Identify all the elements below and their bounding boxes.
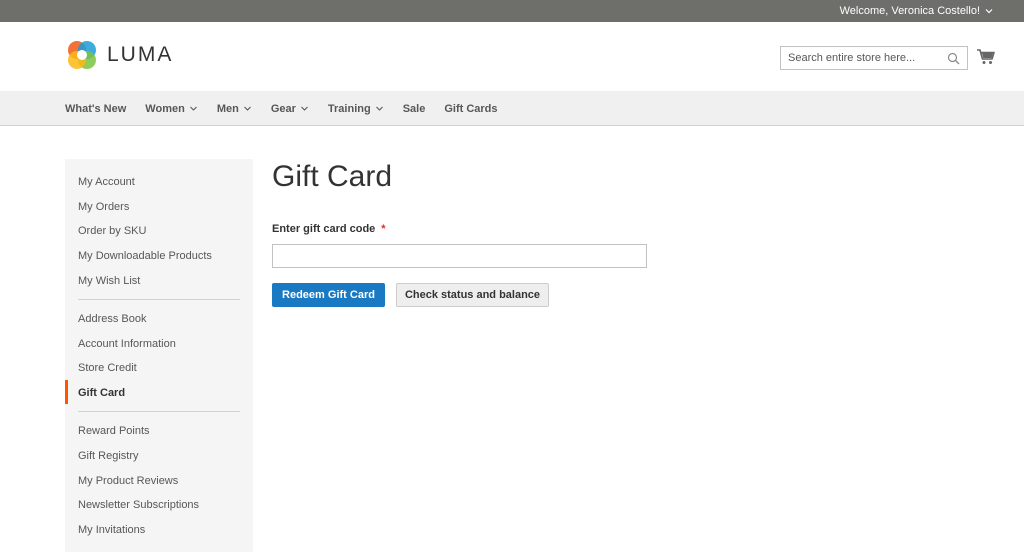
sidebar-item-my-orders[interactable]: My Orders xyxy=(78,199,129,215)
sidebar-item-address-book[interactable]: Address Book xyxy=(78,311,146,327)
sidebar-item-reward-points[interactable]: Reward Points xyxy=(78,423,150,439)
nav-label: Gift Cards xyxy=(444,102,498,115)
luma-logo[interactable]: LUMA xyxy=(65,38,173,72)
sidebar-item-downloadable-products[interactable]: My Downloadable Products xyxy=(78,248,212,264)
site-header: LUMA xyxy=(0,22,1024,91)
nav-label: Sale xyxy=(402,102,426,115)
sidebar-divider xyxy=(78,411,240,412)
gift-card-code-label-text: Enter gift card code xyxy=(272,223,376,235)
account-sidebar: My Account My Orders Order by SKU My Dow… xyxy=(65,159,253,552)
chevron-down-icon xyxy=(375,106,383,111)
nav-item-women[interactable]: Women xyxy=(145,103,198,115)
welcome-menu[interactable]: Welcome, Veronica Costello! xyxy=(840,0,994,22)
nav-item-gift-cards[interactable]: Gift Cards xyxy=(444,103,497,115)
sidebar-item-wish-list[interactable]: My Wish List xyxy=(78,273,140,289)
sidebar-item-gift-registry[interactable]: Gift Registry xyxy=(78,448,139,464)
sidebar-item-my-invitations[interactable]: My Invitations xyxy=(78,522,145,538)
gift-card-code-input[interactable] xyxy=(272,244,647,268)
sidebar-item-newsletter-subscriptions[interactable]: Newsletter Subscriptions xyxy=(78,497,199,513)
cart-icon[interactable] xyxy=(976,48,996,66)
welcome-text: Welcome, Veronica Costello! xyxy=(839,4,980,17)
sidebar-item-order-by-sku[interactable]: Order by SKU xyxy=(78,223,146,239)
search-box xyxy=(780,46,968,70)
nav-label: Training xyxy=(327,102,371,115)
nav-item-sale[interactable]: Sale xyxy=(403,103,426,115)
redeem-gift-card-button[interactable]: Redeem Gift Card xyxy=(272,283,385,307)
sidebar-item-my-account[interactable]: My Account xyxy=(78,174,135,190)
nav-label: Men xyxy=(216,102,239,115)
sidebar-item-gift-card[interactable]: Gift Card xyxy=(78,385,125,401)
sidebar-item-account-information[interactable]: Account Information xyxy=(78,336,176,352)
top-bar: Welcome, Veronica Costello! xyxy=(0,0,1024,22)
nav-label: Gear xyxy=(270,102,296,115)
chevron-down-icon xyxy=(243,106,251,111)
nav-label: What's New xyxy=(65,102,127,115)
chevron-down-icon xyxy=(189,106,197,111)
gift-card-code-label: Enter gift card code * xyxy=(272,223,386,235)
search-input[interactable] xyxy=(781,47,939,69)
chevron-down-icon xyxy=(301,106,308,111)
chevron-down-icon xyxy=(985,9,993,14)
nav-label: Women xyxy=(145,102,185,115)
nav-item-men[interactable]: Men xyxy=(217,103,252,115)
luma-logo-icon xyxy=(68,41,96,69)
nav-item-training[interactable]: Training xyxy=(328,103,384,115)
main-navigation: What's New Women Men Gear Training Sale … xyxy=(0,91,1024,126)
sidebar-divider xyxy=(78,299,240,300)
search-icon[interactable] xyxy=(947,52,960,65)
nav-item-whats-new[interactable]: What's New xyxy=(65,103,126,115)
sidebar-item-store-credit[interactable]: Store Credit xyxy=(78,360,137,376)
brand-name: LUMA xyxy=(107,43,174,66)
required-marker: * xyxy=(381,223,386,235)
page-title: Gift Card xyxy=(272,160,393,193)
active-indicator xyxy=(65,380,68,404)
nav-item-gear[interactable]: Gear xyxy=(271,103,309,115)
sidebar-item-product-reviews[interactable]: My Product Reviews xyxy=(78,473,178,489)
check-status-balance-button[interactable]: Check status and balance xyxy=(396,283,549,307)
